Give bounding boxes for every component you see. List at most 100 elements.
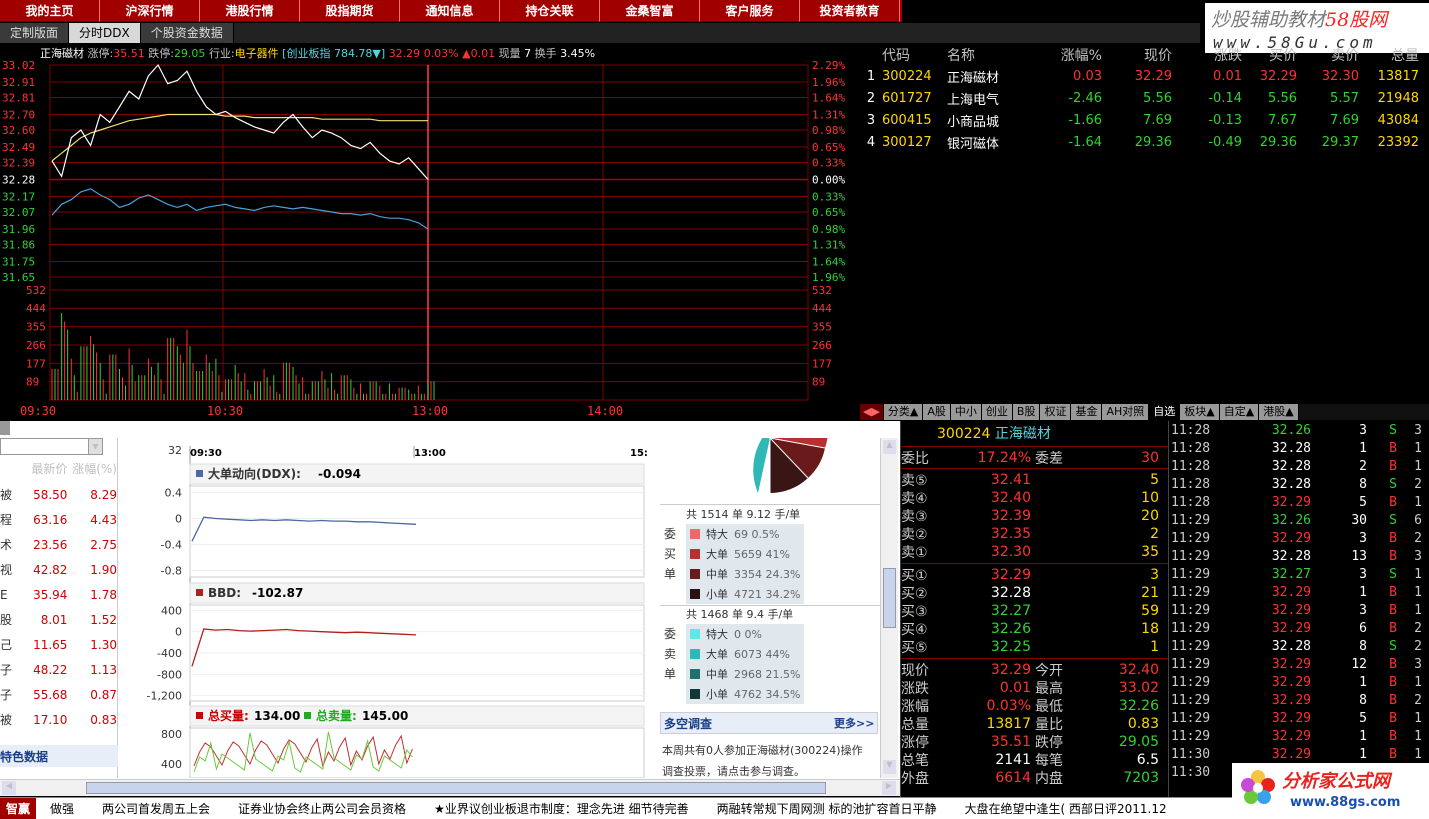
- buys-level[interactable]: 买④ 32.26 18: [901, 620, 1168, 638]
- sells-level[interactable]: 卖② 32.35 2: [901, 525, 1168, 543]
- col-header[interactable]: 代码: [882, 45, 947, 65]
- subtab-0[interactable]: 定制版面: [0, 23, 70, 43]
- mini-list-row[interactable]: 己 11.65 1.30: [0, 632, 117, 657]
- survey-text-2[interactable]: 调查投票，请点击参与调查。: [662, 763, 805, 779]
- ticker-chg: ▲0.01: [462, 47, 496, 60]
- market-tab-4[interactable]: B股: [1012, 404, 1041, 420]
- mini-list-row[interactable]: 被 17.10 0.83: [0, 707, 117, 732]
- ticker-index[interactable]: [创业板指 784.78▼]: [282, 47, 385, 60]
- scroll-thumb[interactable]: [883, 568, 896, 628]
- quote-cell-vol: 23392: [1377, 134, 1419, 150]
- market-tab-11[interactable]: 港股▲: [1259, 404, 1299, 420]
- buys-level[interactable]: 买① 32.29 3: [901, 566, 1168, 584]
- market-tab-0[interactable]: 分类▲: [883, 404, 924, 420]
- buys-level[interactable]: 买③ 32.27 59: [901, 602, 1168, 620]
- market-tab-5[interactable]: 权证: [1040, 404, 1072, 420]
- stat-row: 总量 13817 量比 0.83: [901, 716, 1159, 733]
- col-header[interactable]: 现价: [1102, 45, 1172, 65]
- market-tab-7[interactable]: AH对照: [1102, 404, 1150, 420]
- quote-row[interactable]: 2 601727 上海电气 -2.46 5.56 -0.14 5.56 5.57 21948: [860, 87, 1429, 109]
- legend-swatch: [690, 629, 700, 639]
- market-tab-9[interactable]: 板块▲: [1180, 404, 1220, 420]
- market-tab-3[interactable]: 创业: [981, 404, 1013, 420]
- col-header[interactable]: 名称: [947, 45, 1032, 65]
- price-tick: 31.96: [2, 223, 35, 236]
- market-tab-2[interactable]: 中小: [950, 404, 982, 420]
- mini-list-row[interactable]: 子 48.22 1.13: [0, 657, 117, 682]
- mini-list-row[interactable]: 视 42.82 1.90: [0, 557, 117, 582]
- nav-item-3[interactable]: 股指期货: [300, 0, 400, 22]
- ticker-industry: 电子器件: [234, 47, 279, 60]
- nav-item-7[interactable]: 客户服务: [700, 0, 800, 22]
- buys-level[interactable]: 买② 32.28 21: [901, 584, 1168, 602]
- vertical-scrollbar[interactable]: ▲ ▼: [880, 438, 898, 778]
- buy-order-label: 委买单: [664, 527, 677, 581]
- quote-row[interactable]: 4 300127 银河磁体 -1.64 29.36 -0.49 29.36 29.37 2339…: [860, 131, 1429, 153]
- quote-cell-n: 1: [866, 68, 876, 84]
- col-header[interactable]: 买价: [1242, 45, 1297, 65]
- sells-level[interactable]: 卖① 32.30 35: [901, 543, 1168, 561]
- quote-row[interactable]: 1 300224 正海磁材 0.03 32.29 0.01 32.29 32.30 13817: [860, 65, 1429, 87]
- sell-legend-item: 小单 4762 34.5%: [686, 684, 804, 704]
- search-icon[interactable]: [0, 421, 10, 435]
- quote-cell-vol: 43084: [1377, 112, 1419, 128]
- market-tab-10[interactable]: 自定▲: [1219, 404, 1260, 420]
- scroll-left-icon[interactable]: ◀: [2, 781, 16, 795]
- news-item[interactable]: 两公司首发周五上会: [88, 800, 224, 817]
- mini-list-row[interactable]: E 35.94 1.78: [0, 582, 117, 607]
- trade-ticks: 11:28 32.26 3 S 3 11:28 32.28 1 B 1 11:28 32.28 2 B 1 1…: [1168, 421, 1429, 797]
- market-tab-1[interactable]: A股: [923, 404, 951, 420]
- pct-tick: 0.33%: [812, 191, 845, 204]
- quote-row[interactable]: 3 600415 小商品城 -1.66 7.69 -0.13 7.67 7.69 43084: [860, 109, 1429, 131]
- subtab-1[interactable]: 分时DDX: [69, 23, 141, 43]
- quote-cell-bid: 32.29: [1259, 68, 1297, 84]
- legend-swatch: [690, 589, 700, 599]
- mini-list-row[interactable]: 被 58.50 8.29: [0, 482, 117, 507]
- mini-list-row[interactable]: 子 55.68 0.87: [0, 682, 117, 707]
- quote-cell-ask: 29.37: [1321, 134, 1359, 150]
- market-tab-8[interactable]: 自选: [1149, 404, 1181, 420]
- news-item[interactable]: 大盘在绝望中逢生( 西部日评2011.12: [950, 800, 1180, 817]
- market-tab-6[interactable]: 基金: [1071, 404, 1103, 420]
- nav-item-4[interactable]: 通知信息: [400, 0, 500, 22]
- ddx-time-tick: 15:00: [630, 448, 648, 459]
- pct-tick: 0.98%: [812, 124, 845, 137]
- scroll-h-thumb[interactable]: [86, 782, 826, 794]
- nav-item-0[interactable]: 我的主页: [0, 0, 100, 22]
- mini-list-row[interactable]: 术 23.56 2.75: [0, 532, 117, 557]
- nav-item-6[interactable]: 金桑智富: [600, 0, 700, 22]
- col-header[interactable]: 卖价: [1297, 45, 1359, 65]
- vol-tick-right: 177: [812, 357, 832, 370]
- scroll-up-icon[interactable]: ▲: [883, 440, 896, 454]
- scroll-right-icon[interactable]: ▶: [882, 781, 896, 795]
- news-item[interactable]: ★业界议创业板退市制度：理念先进 细节待完善: [420, 800, 703, 817]
- mini-list-row[interactable]: 程 63.16 4.43: [0, 507, 117, 532]
- scroll-down-icon[interactable]: ▼: [883, 760, 896, 774]
- news-item[interactable]: 两融转常规下周网测 标的池扩容首日平静: [703, 800, 951, 817]
- survey-more-link[interactable]: 更多>>: [834, 715, 874, 731]
- nav-item-5[interactable]: 持仓关联: [500, 0, 600, 22]
- special-data-link[interactable]: 特色数据: [0, 745, 118, 767]
- mini-list-row[interactable]: 股 8.01 1.52: [0, 607, 117, 632]
- legend-swatch: [690, 569, 700, 579]
- sells-level[interactable]: 卖⑤ 32.41 5: [901, 471, 1168, 489]
- ticker-zt: 35.51: [113, 47, 145, 60]
- col-header[interactable]: 涨幅%: [1032, 45, 1102, 65]
- chevron-down-icon[interactable]: ▼: [88, 439, 102, 454]
- horizontal-scrollbar[interactable]: ◀ ▶: [0, 779, 900, 796]
- quote-cell-bid: 29.36: [1259, 134, 1297, 150]
- nav-item-2[interactable]: 港股行情: [200, 0, 300, 22]
- tab-prev-icon[interactable]: ◀▶: [860, 404, 884, 420]
- subtab-2[interactable]: 个股资金数据: [140, 23, 234, 43]
- col-header[interactable]: 涨跌: [1172, 45, 1242, 65]
- nav-item-8[interactable]: 投资者教育: [800, 0, 900, 22]
- nav-item-1[interactable]: 沪深行情: [100, 0, 200, 22]
- buys-level[interactable]: 买⑤ 32.25 1: [901, 638, 1168, 656]
- col-header[interactable]: 总量: [1359, 45, 1419, 65]
- news-item[interactable]: 证券业协会终止两公司会员资格: [224, 800, 420, 817]
- rank-select[interactable]: ▼: [0, 438, 103, 455]
- news-item[interactable]: 做强: [36, 800, 88, 817]
- order-pie: [753, 438, 828, 494]
- sells-level[interactable]: 卖③ 32.39 20: [901, 507, 1168, 525]
- sells-level[interactable]: 卖④ 32.40 10: [901, 489, 1168, 507]
